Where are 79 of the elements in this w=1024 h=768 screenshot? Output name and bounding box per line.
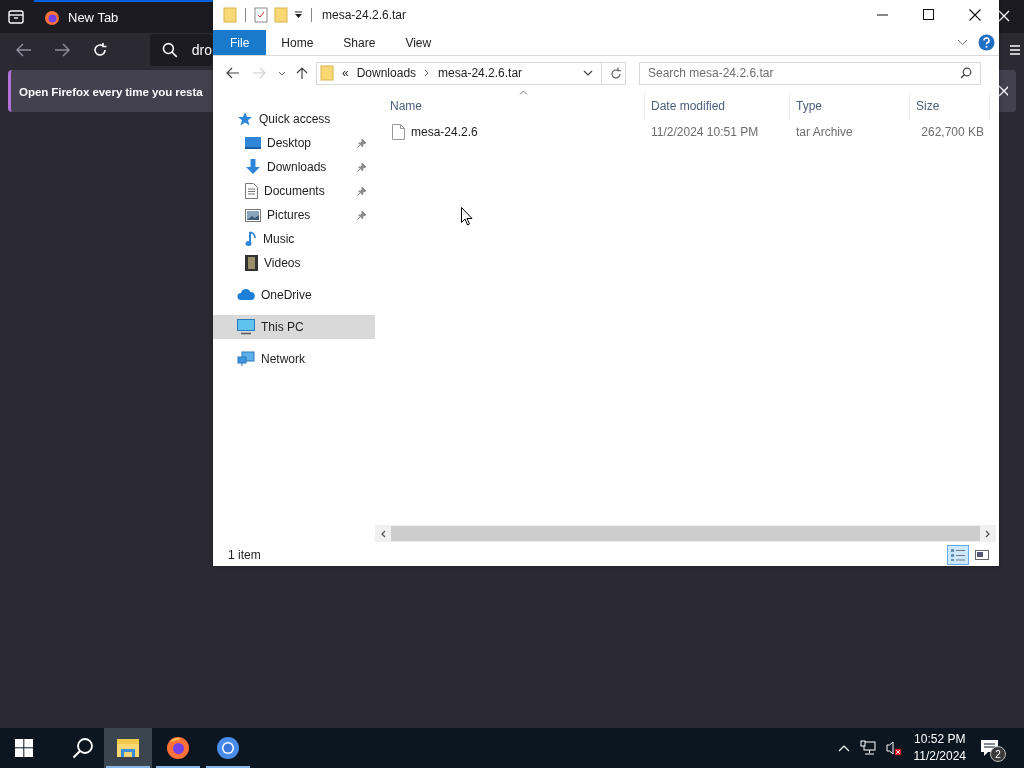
- column-header[interactable]: Size: [910, 92, 990, 120]
- large-icons-icon: [975, 549, 989, 561]
- taskbar-app-button[interactable]: [104, 728, 152, 768]
- nav-item[interactable]: Network: [213, 347, 375, 371]
- network-icon: [237, 351, 255, 367]
- search-icon: [162, 42, 178, 58]
- window-title: mesa-24.2.6.tar: [322, 8, 407, 22]
- horizontal-scrollbar[interactable]: [375, 525, 996, 542]
- nav-item[interactable]: Quick access: [213, 107, 375, 131]
- firefox-icon: [44, 9, 60, 26]
- nav-item[interactable]: Desktop: [213, 131, 375, 155]
- maximize-icon[interactable]: [923, 9, 935, 21]
- chevron-right-icon[interactable]: [424, 69, 431, 77]
- close-icon[interactable]: [969, 9, 981, 21]
- up-arrow-icon[interactable]: [296, 66, 308, 80]
- file-type: tar Archive: [796, 125, 853, 139]
- expand-ribbon-icon[interactable]: [957, 39, 968, 46]
- reload-icon[interactable]: [92, 42, 108, 58]
- nav-item[interactable]: This PC: [213, 315, 375, 339]
- star-icon: [237, 111, 253, 127]
- firefox-icon: [166, 736, 190, 760]
- nav-item[interactable]: Videos: [213, 251, 375, 275]
- start-windows-icon[interactable]: [15, 739, 33, 757]
- search-icon[interactable]: [72, 737, 94, 759]
- properties-icon[interactable]: [254, 7, 268, 23]
- down-arrow-icon: [245, 159, 261, 175]
- chrome-icon: [216, 736, 240, 760]
- nav-item[interactable]: OneDrive: [213, 283, 375, 307]
- picture-icon: [245, 208, 261, 222]
- nav-item[interactable]: Pictures: [213, 203, 375, 227]
- search-field[interactable]: Search mesa-24.2.6.tar: [639, 61, 981, 85]
- ribbon-tab[interactable]: File: [213, 30, 267, 55]
- details-view-button[interactable]: [947, 545, 969, 565]
- back-arrow-icon[interactable]: [16, 43, 32, 57]
- music-note-icon: [245, 231, 257, 247]
- folder-icon: [320, 65, 334, 81]
- mouse-cursor-icon: [461, 207, 473, 226]
- muted-speaker-icon[interactable]: [885, 740, 902, 756]
- cloud-icon: [237, 289, 255, 301]
- refresh-icon[interactable]: [610, 66, 622, 80]
- chevron-up-icon[interactable]: [837, 744, 850, 752]
- column-header[interactable]: Type: [790, 92, 910, 120]
- desktop-icon: [245, 136, 261, 150]
- folder-icon: [116, 738, 140, 758]
- forward-arrow-icon[interactable]: [54, 43, 70, 57]
- back-arrow-icon[interactable]: [226, 67, 240, 79]
- search-icon: [960, 67, 972, 79]
- nav-item[interactable]: Downloads: [213, 155, 375, 179]
- notification-text: Open Firefox every time you resta: [19, 84, 203, 98]
- scroll-left-icon[interactable]: [380, 529, 386, 538]
- tab-list-icon[interactable]: [8, 9, 24, 24]
- address-field[interactable]: dro: [150, 34, 212, 66]
- address-field[interactable]: « Downloads mesa-24.2.6.tar: [316, 61, 626, 85]
- nav-item[interactable]: Documents: [213, 179, 375, 203]
- nav-item[interactable]: Music: [213, 227, 375, 251]
- details-list-icon: [950, 548, 966, 562]
- status-text: 1 item: [228, 548, 261, 562]
- document-icon: [245, 183, 258, 199]
- notification-count-badge: 2: [990, 746, 1006, 762]
- clock[interactable]: 10:52 PM 11/2/2024: [913, 731, 966, 765]
- file-row[interactable]: mesa-24.2.6 11/2/2024 10:51 PM tar Archive 262,700 KB: [375, 121, 996, 143]
- recent-caret-icon[interactable]: [278, 70, 286, 76]
- customize-caret-icon[interactable]: [294, 11, 303, 19]
- column-header[interactable]: Name: [384, 92, 645, 120]
- computer-icon: [237, 319, 255, 335]
- file-size: 262,700 KB: [921, 125, 984, 139]
- column-header[interactable]: Date modified: [645, 92, 790, 120]
- menu-icon[interactable]: [1010, 44, 1020, 56]
- scroll-right-icon[interactable]: [985, 529, 991, 538]
- date-modified: 11/2/2024 10:51 PM: [651, 125, 759, 139]
- help-icon[interactable]: [978, 34, 995, 51]
- breadcrumb-item[interactable]: Downloads: [356, 66, 417, 80]
- file-name: mesa-24.2.6: [411, 125, 478, 139]
- film-strip-icon: [245, 255, 258, 271]
- network-icon[interactable]: [859, 740, 876, 756]
- file-icon: [392, 124, 405, 140]
- breadcrumb-item[interactable]: mesa-24.2.6.tar: [438, 66, 523, 80]
- breadcrumb-overflow[interactable]: «: [342, 66, 349, 80]
- dropdown-caret-icon[interactable]: [583, 70, 593, 76]
